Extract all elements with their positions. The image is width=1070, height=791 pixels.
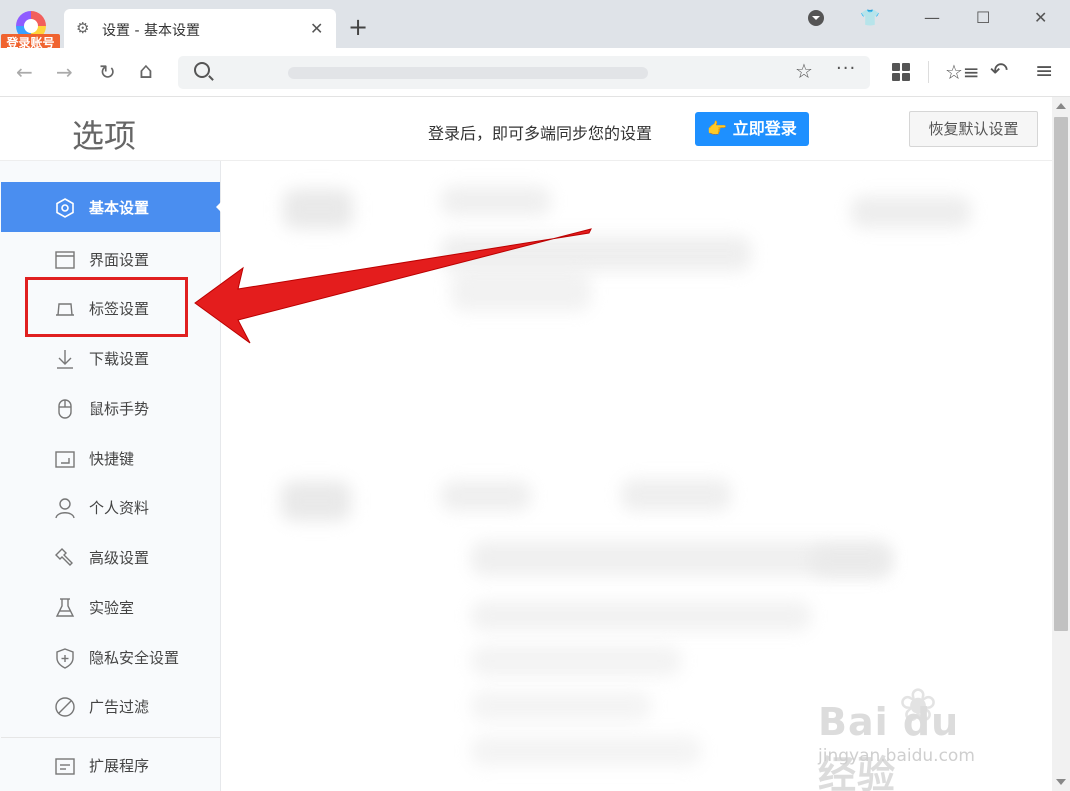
navigation-bar: ← → ↻ ⌂ ☆ ··· ☆≡ ↶ ≡ bbox=[0, 48, 1070, 97]
blurred-text bbox=[441, 186, 551, 216]
apps-grid-icon[interactable] bbox=[892, 63, 910, 85]
restore-defaults-button[interactable]: 恢复默认设置 bbox=[909, 111, 1038, 147]
blurred-text bbox=[441, 481, 531, 511]
sidebar-item-mouse-gestures[interactable]: 鼠标手势 bbox=[1, 383, 220, 433]
download-icon bbox=[54, 348, 76, 370]
minimize-button[interactable]: — bbox=[924, 8, 940, 28]
sidebar-item-label: 个人资料 bbox=[89, 499, 150, 517]
settings-sidebar: 基本设置 界面设置 标签设置 下载设置 鼠标手势 快捷键 个人资料 高级设置 实… bbox=[0, 161, 222, 791]
undo-icon[interactable]: ↶ bbox=[990, 59, 1008, 84]
title-bar: 登录账号 ⚙ 设置 - 基本设置 ✕ + 👕 — ☐ ✕ bbox=[0, 0, 1070, 52]
dropdown-circle-icon[interactable] bbox=[806, 8, 826, 28]
sidebar-item-label: 实验室 bbox=[89, 599, 135, 617]
sidebar-item-privacy-security[interactable]: 隐私安全设置 bbox=[1, 632, 220, 682]
watermark-url: jingyan.baidu.com bbox=[818, 746, 975, 766]
blurred-text bbox=[471, 601, 811, 631]
settings-icon bbox=[54, 197, 76, 219]
page-title: 选项 bbox=[72, 117, 137, 155]
blurred-text bbox=[441, 236, 751, 271]
toolbar-divider bbox=[928, 61, 929, 83]
address-input[interactable] bbox=[288, 67, 648, 79]
flask-icon bbox=[54, 597, 76, 619]
vertical-scrollbar[interactable] bbox=[1052, 97, 1070, 791]
window-icon bbox=[54, 249, 76, 271]
favorites-list-icon[interactable]: ☆≡ bbox=[945, 60, 980, 84]
scroll-up-icon[interactable] bbox=[1056, 103, 1066, 109]
mouse-icon bbox=[54, 398, 76, 420]
scroll-down-icon[interactable] bbox=[1056, 779, 1066, 785]
sidebar-item-extensions[interactable]: 扩展程序 bbox=[1, 740, 220, 790]
sidebar-item-label: 广告过滤 bbox=[89, 698, 150, 716]
tab-title: 设置 - 基本设置 bbox=[102, 23, 200, 39]
bookmark-star-icon[interactable]: ☆ bbox=[795, 59, 813, 83]
gear-icon: ⚙ bbox=[76, 19, 90, 37]
sidebar-item-label: 界面设置 bbox=[89, 251, 150, 269]
sidebar-item-profile[interactable]: 个人资料 bbox=[1, 482, 220, 532]
login-now-button[interactable]: 👉 立即登录 bbox=[695, 112, 809, 146]
sidebar-item-ad-filter[interactable]: 广告过滤 bbox=[1, 681, 220, 731]
highlight-box bbox=[25, 277, 188, 337]
scrollbar-thumb[interactable] bbox=[1054, 117, 1068, 631]
back-button[interactable]: ← bbox=[16, 60, 33, 84]
forward-button[interactable]: → bbox=[56, 60, 73, 84]
blurred-heading bbox=[283, 189, 353, 229]
blurred-text bbox=[451, 271, 591, 311]
sidebar-item-label: 隐私安全设置 bbox=[89, 649, 180, 667]
close-window-button[interactable]: ✕ bbox=[1034, 8, 1047, 28]
sidebar-item-shortcuts[interactable]: 快捷键 bbox=[1, 433, 220, 483]
tab-close-icon[interactable]: ✕ bbox=[310, 19, 323, 38]
sync-hint-text: 登录后，即可多端同步您的设置 bbox=[428, 124, 653, 143]
sidebar-item-label: 基本设置 bbox=[89, 199, 150, 217]
sidebar-item-basic-settings[interactable]: 基本设置 bbox=[1, 182, 222, 232]
blurred-text bbox=[471, 646, 681, 676]
address-bar[interactable]: ☆ ··· bbox=[178, 56, 870, 89]
block-icon bbox=[54, 696, 76, 718]
sidebar-item-download-settings[interactable]: 下载设置 bbox=[1, 333, 220, 383]
sidebar-item-label: 扩展程序 bbox=[89, 757, 150, 775]
tab-settings[interactable]: ⚙ 设置 - 基本设置 ✕ bbox=[64, 9, 336, 48]
keyboard-icon bbox=[54, 448, 76, 470]
baidu-jingyan-watermark: ❀ Bai du 经验 jingyan.baidu.com bbox=[818, 680, 1008, 791]
sidebar-divider bbox=[1, 737, 220, 738]
sidebar-item-label: 鼠标手势 bbox=[89, 400, 150, 418]
settings-header: 选项 登录后，即可多端同步您的设置 👉 立即登录 恢复默认设置 bbox=[0, 97, 1052, 161]
sidebar-item-label: 下载设置 bbox=[89, 350, 150, 368]
maximize-button[interactable]: ☐ bbox=[976, 8, 990, 28]
blurred-text bbox=[811, 546, 891, 576]
home-button[interactable]: ⌂ bbox=[139, 60, 153, 84]
extension-icon bbox=[54, 755, 76, 777]
menu-icon[interactable]: ≡ bbox=[1035, 59, 1053, 84]
blurred-text bbox=[621, 479, 731, 511]
blurred-text bbox=[471, 691, 651, 721]
more-icon[interactable]: ··· bbox=[836, 58, 856, 79]
search-icon bbox=[194, 62, 210, 78]
reload-button[interactable]: ↻ bbox=[99, 60, 116, 84]
shield-icon bbox=[54, 647, 76, 669]
blurred-text bbox=[471, 736, 701, 766]
blurred-button bbox=[851, 196, 971, 228]
new-tab-button[interactable]: + bbox=[348, 15, 368, 39]
user-icon bbox=[54, 497, 76, 519]
blurred-heading bbox=[281, 481, 351, 521]
wrench-icon bbox=[54, 547, 76, 569]
sidebar-item-label: 高级设置 bbox=[89, 549, 150, 567]
skin-icon[interactable]: 👕 bbox=[860, 8, 880, 28]
sidebar-item-lab[interactable]: 实验室 bbox=[1, 582, 220, 632]
sidebar-item-label: 快捷键 bbox=[89, 450, 135, 468]
sidebar-item-advanced-settings[interactable]: 高级设置 bbox=[1, 532, 220, 582]
